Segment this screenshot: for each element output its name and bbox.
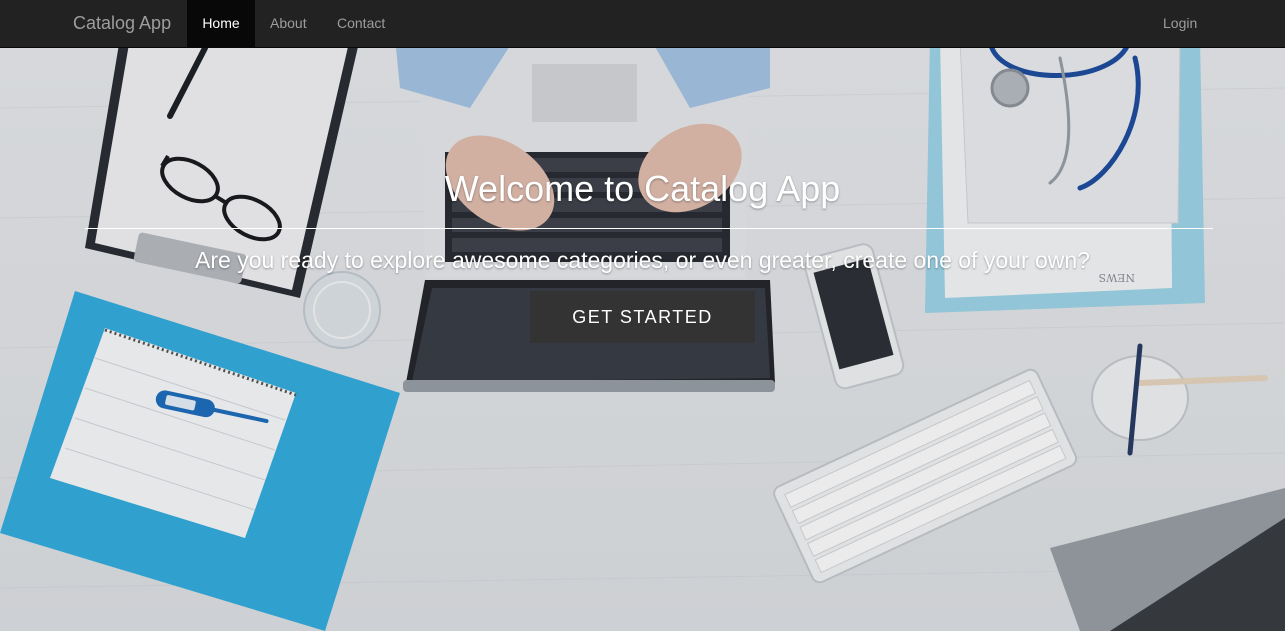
nav-item-about[interactable]: About bbox=[255, 0, 322, 48]
brand-link[interactable]: Catalog App bbox=[73, 0, 171, 48]
hero-title: Welcome to Catalog App bbox=[444, 168, 841, 209]
nav-item-home[interactable]: Home bbox=[187, 0, 255, 48]
hero-divider bbox=[85, 228, 1213, 229]
hero-section: NEWS Welcome to Catalog App Are you read… bbox=[0, 48, 1285, 631]
nav-item-contact[interactable]: Contact bbox=[322, 0, 400, 48]
hero-subtitle: Are you ready to explore awesome categor… bbox=[195, 247, 1090, 273]
top-navbar: Catalog App Home About Contact Login bbox=[0, 0, 1285, 48]
nav-item-login[interactable]: Login bbox=[1148, 0, 1212, 48]
get-started-button[interactable]: GET STARTED bbox=[530, 291, 755, 343]
